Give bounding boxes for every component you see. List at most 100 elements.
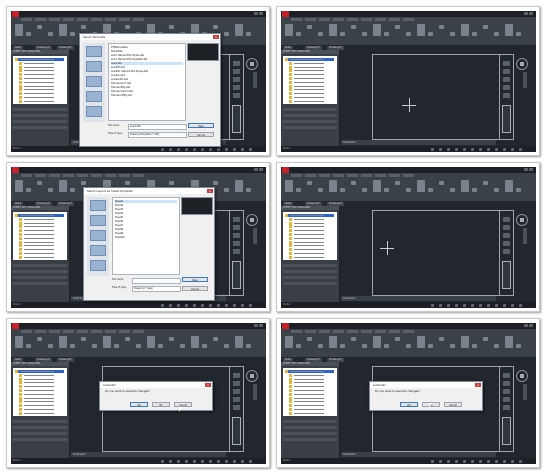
status-toggle-icon[interactable] — [209, 459, 212, 463]
places-item-icon[interactable] — [86, 76, 102, 87]
status-toggle-icon[interactable] — [503, 147, 506, 151]
ribbon-tab[interactable] — [21, 18, 32, 21]
ribbon-tool-icon[interactable] — [59, 336, 67, 348]
ribbon-tab[interactable] — [77, 330, 88, 333]
file-list-item[interactable]: acad3D.dwt — [111, 66, 183, 69]
ribbon-tool-icon[interactable] — [483, 25, 488, 29]
sheet-list-item[interactable] — [285, 214, 334, 217]
status-toggle-icon[interactable] — [495, 303, 498, 307]
ribbon-tool-icon[interactable] — [472, 188, 477, 192]
status-toggle-icon[interactable] — [439, 459, 442, 463]
palette-section[interactable] — [13, 282, 67, 285]
ribbon-tool-icon[interactable] — [351, 25, 356, 29]
sheet-list-item[interactable] — [19, 392, 64, 396]
ribbon-tool-icon[interactable] — [340, 188, 345, 192]
ribbon-tool-icon[interactable] — [15, 24, 23, 36]
file-list-item[interactable]: acadiso.dwt — [111, 74, 183, 77]
ribbon-tool-icon[interactable] — [395, 337, 400, 341]
status-toggle-icon[interactable] — [209, 303, 212, 307]
status-toggle-icon[interactable] — [169, 303, 172, 307]
ribbon-tool-icon[interactable] — [48, 344, 53, 348]
ribbon-tool-icon[interactable] — [92, 344, 97, 348]
file-type-select[interactable]: Drawing Template (*.dwt) — [128, 132, 187, 138]
ribbon-tool-icon[interactable] — [494, 344, 499, 348]
places-item-icon[interactable] — [90, 200, 106, 211]
status-toggle-icon[interactable] — [431, 303, 434, 307]
status-toggle-icon[interactable] — [193, 303, 196, 307]
sheet-list-item[interactable] — [289, 396, 334, 400]
ribbon-tab[interactable] — [105, 18, 116, 21]
navigation-bar[interactable] — [523, 384, 527, 400]
status-toggle-icon[interactable] — [439, 303, 442, 307]
ribbon-tool-icon[interactable] — [450, 32, 455, 36]
ribbon-tab[interactable] — [347, 330, 358, 333]
sheet-list-item[interactable] — [289, 77, 334, 80]
sheet-list-item[interactable] — [285, 370, 334, 373]
status-toggle-icon[interactable] — [241, 459, 244, 463]
status-toggle-icon[interactable] — [519, 303, 522, 307]
sheet-list-item[interactable] — [289, 69, 334, 73]
sheet-list-item[interactable] — [289, 408, 334, 411]
ribbon-tab[interactable] — [333, 18, 344, 21]
status-toggle-icon[interactable] — [249, 303, 252, 307]
yes-button[interactable]: Yes — [130, 402, 148, 407]
palette-section[interactable] — [283, 432, 337, 435]
ribbon-tool-icon[interactable] — [384, 188, 389, 192]
palette-section[interactable] — [283, 108, 337, 111]
ribbon-tab[interactable] — [305, 330, 316, 333]
drawing-canvas[interactable] — [340, 206, 536, 302]
close-window-button[interactable] — [529, 324, 533, 327]
ribbon-tool-icon[interactable] — [439, 337, 444, 341]
palette-section[interactable] — [283, 438, 337, 441]
palette-section[interactable] — [283, 114, 337, 117]
sheet-list-item[interactable] — [289, 217, 334, 221]
ribbon-tab[interactable] — [91, 174, 102, 177]
status-toggle-icon[interactable] — [161, 147, 164, 151]
model-tab[interactable]: Model — [13, 146, 21, 152]
ribbon-tool-icon[interactable] — [246, 32, 251, 36]
sheet-list-item[interactable] — [19, 73, 64, 77]
ribbon-tool-icon[interactable] — [180, 344, 185, 348]
status-toggle-icon[interactable] — [201, 147, 204, 151]
ribbon-tool-icon[interactable] — [224, 188, 229, 192]
drawing-canvas[interactable] — [340, 50, 536, 146]
ribbon-tab[interactable] — [305, 174, 316, 177]
ribbon-tab[interactable] — [119, 174, 130, 177]
sheet-list-item[interactable] — [289, 229, 334, 233]
ribbon-tool-icon[interactable] — [70, 344, 75, 348]
ribbon-tab[interactable] — [49, 174, 60, 177]
status-toggle-icon[interactable] — [161, 459, 164, 463]
ribbon-tab[interactable] — [91, 330, 102, 333]
close-dialog-button[interactable]: × — [205, 383, 211, 387]
sheet-list-item[interactable] — [19, 396, 64, 400]
ribbon-tool-icon[interactable] — [48, 188, 53, 192]
sheet-list-item[interactable] — [289, 248, 334, 252]
sheet-list-item[interactable] — [19, 248, 64, 252]
sheet-list-item[interactable] — [19, 65, 64, 69]
ribbon-tab[interactable] — [63, 174, 74, 177]
sheet-list-item[interactable] — [289, 61, 334, 65]
palette-section[interactable] — [13, 420, 67, 423]
ribbon-tool-icon[interactable] — [59, 24, 67, 36]
ribbon-tool-icon[interactable] — [213, 25, 218, 29]
close-dialog-button[interactable]: × — [475, 383, 481, 387]
status-toggle-icon[interactable] — [225, 303, 228, 307]
palette-section[interactable] — [13, 426, 67, 429]
status-toggle-icon[interactable] — [455, 147, 458, 151]
ribbon-tool-icon[interactable] — [26, 188, 31, 192]
view-cube[interactable] — [246, 370, 258, 382]
sheet-list-item[interactable] — [19, 411, 64, 415]
sheet-list-item[interactable] — [19, 61, 64, 65]
ribbon-tool-icon[interactable] — [505, 336, 513, 348]
open-button[interactable]: Open — [188, 123, 214, 128]
ribbon-tab[interactable] — [91, 18, 102, 21]
sheet-list-item[interactable] — [289, 99, 334, 103]
ribbon-tab[interactable] — [375, 174, 386, 177]
ribbon-tool-icon[interactable] — [307, 181, 312, 185]
command-line[interactable]: Command: — [341, 296, 496, 301]
status-toggle-icon[interactable] — [471, 147, 474, 151]
file-list-item[interactable]: Tutorial-mArch.dwt — [111, 90, 183, 93]
status-toggle-icon[interactable] — [177, 459, 180, 463]
ribbon-tool-icon[interactable] — [202, 344, 207, 348]
navigation-bar[interactable] — [523, 228, 527, 244]
